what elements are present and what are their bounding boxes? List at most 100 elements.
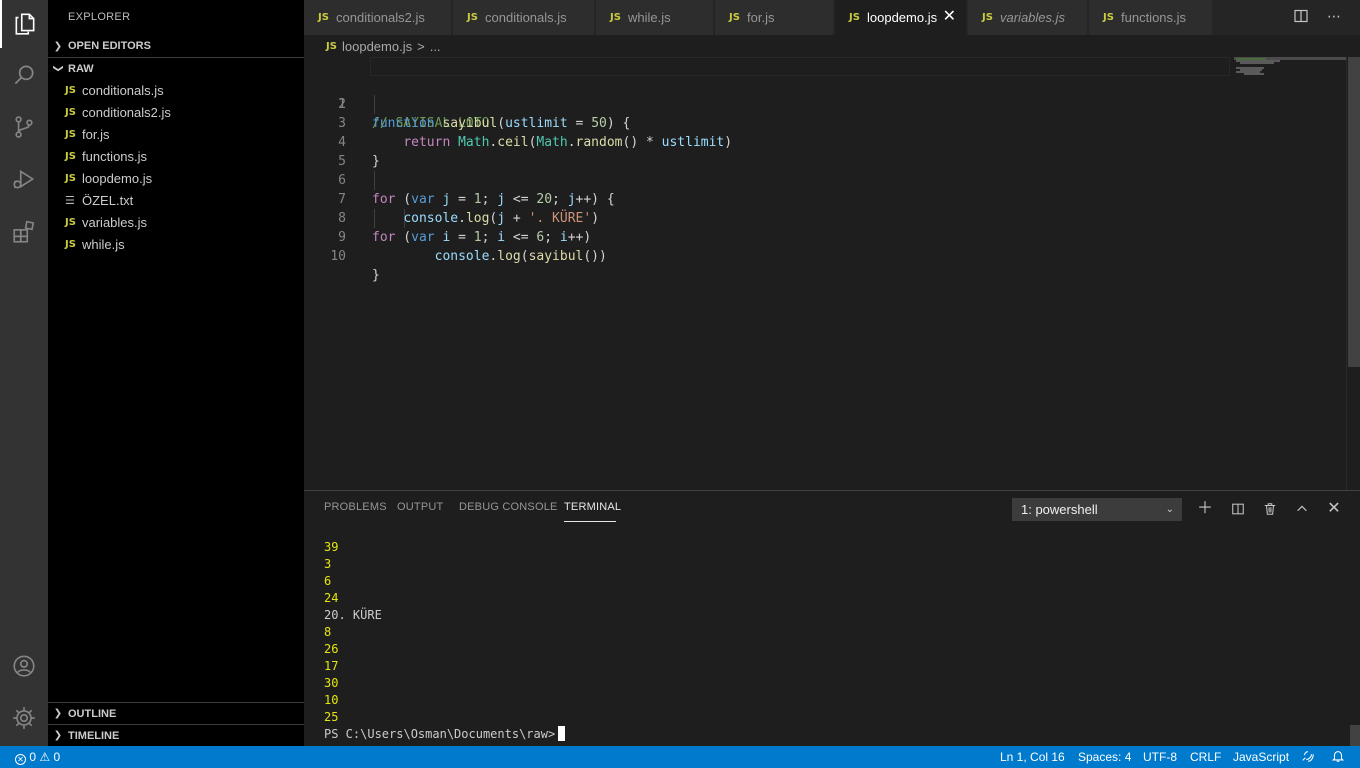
tab-while[interactable]: JS while.js [596,0,714,35]
tab-loopdemo[interactable]: JS loopdemo.js ✕ [835,0,967,35]
js-file-icon: JS [65,84,76,96]
chevron-right-icon: ❯ [53,40,63,52]
tab-label: functions.js [1121,10,1187,25]
tab-problems[interactable]: PROBLEMS [324,501,387,513]
split-terminal-icon[interactable] [1228,499,1248,519]
notifications-bell-icon[interactable] [1331,746,1345,768]
language-mode[interactable]: JavaScript [1233,746,1289,768]
outline-section[interactable]: ❯ OUTLINE [48,702,304,724]
folder-raw-section[interactable]: ❯ RAW [48,57,304,79]
chevron-right-icon: ❯ [53,708,63,719]
file-label: conditionals2.js [82,104,171,120]
extensions-icon[interactable] [0,208,48,256]
tab-label: conditionals2.js [336,10,425,25]
maximize-panel-chevron-up-icon[interactable] [1292,499,1312,519]
file-item-ozel[interactable]: ☰ ÖZEL.txt [48,189,304,211]
file-item-while[interactable]: JS while.js [48,233,304,255]
terminal-line: 30 [324,676,339,690]
tab-terminal[interactable]: TERMINAL [564,501,621,513]
terminal-prompt-line[interactable]: PS C:\Users\Osman\Documents\raw> [324,726,566,743]
settings-gear-icon[interactable] [0,694,48,742]
terminal-line: 20. KÜRE [324,608,382,622]
file-item-conditionals2[interactable]: JS conditionals2.js [48,101,304,123]
open-editors-section[interactable]: ❯ OPEN EDITORS [48,35,304,57]
code-line: 5 [304,133,1234,169]
file-item-conditionals[interactable]: JS conditionals.js [48,79,304,101]
js-file-icon: JS [326,40,337,52]
accounts-icon[interactable] [0,642,48,690]
tab-functions[interactable]: JS functions.js [1089,0,1213,35]
tab-debug-console[interactable]: DEBUG CONSOLE [459,501,558,513]
current-line-highlight [370,57,1230,76]
code-line: 1 // SAYISAL LOTO [304,57,1234,131]
js-file-icon: JS [467,12,478,23]
editor-scrollbar[interactable] [1346,57,1360,490]
terminal-line: 24 [324,591,339,605]
js-file-icon: JS [65,150,76,162]
js-file-icon: JS [65,238,76,250]
tab-for[interactable]: JS for.js [715,0,834,35]
chevron-down-icon: ⌄ [1165,504,1174,515]
file-label: ÖZEL.txt [82,192,134,208]
tab-variables[interactable]: JS variables.js [968,0,1088,35]
js-file-icon: JS [65,216,76,228]
indentation-status[interactable]: Spaces: 4 [1078,746,1131,768]
terminal-scrollbar-thumb[interactable] [1350,725,1360,746]
terminal-line: 39 [324,540,339,554]
bottom-panel: PROBLEMS OUTPUT DEBUG CONSOLE TERMINAL 1… [304,490,1360,746]
feedback-icon[interactable] [1301,746,1315,768]
js-file-icon: JS [65,128,76,140]
eol-status[interactable]: CRLF [1190,746,1221,768]
new-terminal-icon[interactable]: ＋ [1195,499,1215,519]
code-editor[interactable]: 1 // SAYISAL LOTO 2 function sayibul(ust… [304,57,1360,490]
open-editors-label: OPEN EDITORS [68,40,151,52]
terminal-output[interactable]: 39 3 6 24 20. KÜRE 8 26 17 30 10 25 PS C… [324,539,566,743]
terminal-line: 25 [324,710,339,724]
error-icon: ✕ [15,754,26,765]
code-line: 3 return Math.ceil(Math.random() * ustli… [304,95,1234,150]
close-icon[interactable]: ✕ [943,9,956,25]
file-item-functions[interactable]: JS functions.js [48,145,304,167]
tab-label: conditionals.js [485,10,567,25]
close-panel-icon[interactable]: ✕ [1324,499,1344,519]
search-icon[interactable] [0,51,48,99]
split-editor-icon[interactable] [1292,8,1310,26]
tab-label: loopdemo.js [867,10,938,25]
terminal-line: 10 [324,693,339,707]
js-file-icon: JS [318,12,329,23]
terminal-select-value: 1: powershell [1021,502,1098,517]
explorer-icon[interactable] [0,0,48,48]
timeline-section[interactable]: ❯ TIMELINE [48,724,304,746]
breadcrumb-symbols[interactable]: ... [430,39,441,54]
tab-conditionals2[interactable]: JS conditionals2.js [304,0,452,35]
code-line: 9 console.log(sayibul()) [304,209,1234,264]
run-debug-icon[interactable] [0,155,48,203]
status-bar: ✕ 0 ⚠ 0 Ln 1, Col 16 Spaces: 4 UTF-8 CRL… [0,746,1360,768]
warning-icon: ⚠ [39,750,51,764]
chevron-right-icon: ❯ [53,730,63,741]
encoding-status[interactable]: UTF-8 [1143,746,1177,768]
editor-scrollbar-thumb[interactable] [1348,57,1360,367]
minimap[interactable] [1234,57,1346,490]
kill-terminal-trash-icon[interactable] [1260,499,1280,519]
file-list: JS conditionals.js JS conditionals2.js J… [48,79,304,255]
js-file-icon: JS [982,12,993,23]
file-item-variables[interactable]: JS variables.js [48,211,304,233]
tab-label: while.js [628,10,671,25]
sidebar-title: EXPLORER [68,11,131,23]
more-actions-icon[interactable]: ⋯ [1325,8,1343,26]
breadcrumb-file[interactable]: loopdemo.js [342,39,412,54]
terminal-line: 6 [324,574,332,588]
tab-conditionals[interactable]: JS conditionals.js [453,0,595,35]
tab-output[interactable]: OUTPUT [397,501,443,513]
cursor-position[interactable]: Ln 1, Col 16 [1000,746,1065,768]
breadcrumb: JS loopdemo.js > ... [304,35,1360,57]
file-item-loopdemo[interactable]: JS loopdemo.js [48,167,304,189]
error-count: 0 [29,750,37,764]
terminal-select[interactable]: 1: powershell ⌄ [1012,498,1182,521]
tab-label: for.js [747,10,775,25]
source-control-icon[interactable] [0,103,48,151]
file-item-for[interactable]: JS for.js [48,123,304,145]
line-number: 10 [330,249,346,264]
problems-status[interactable]: ✕ 0 ⚠ 0 [15,746,60,768]
